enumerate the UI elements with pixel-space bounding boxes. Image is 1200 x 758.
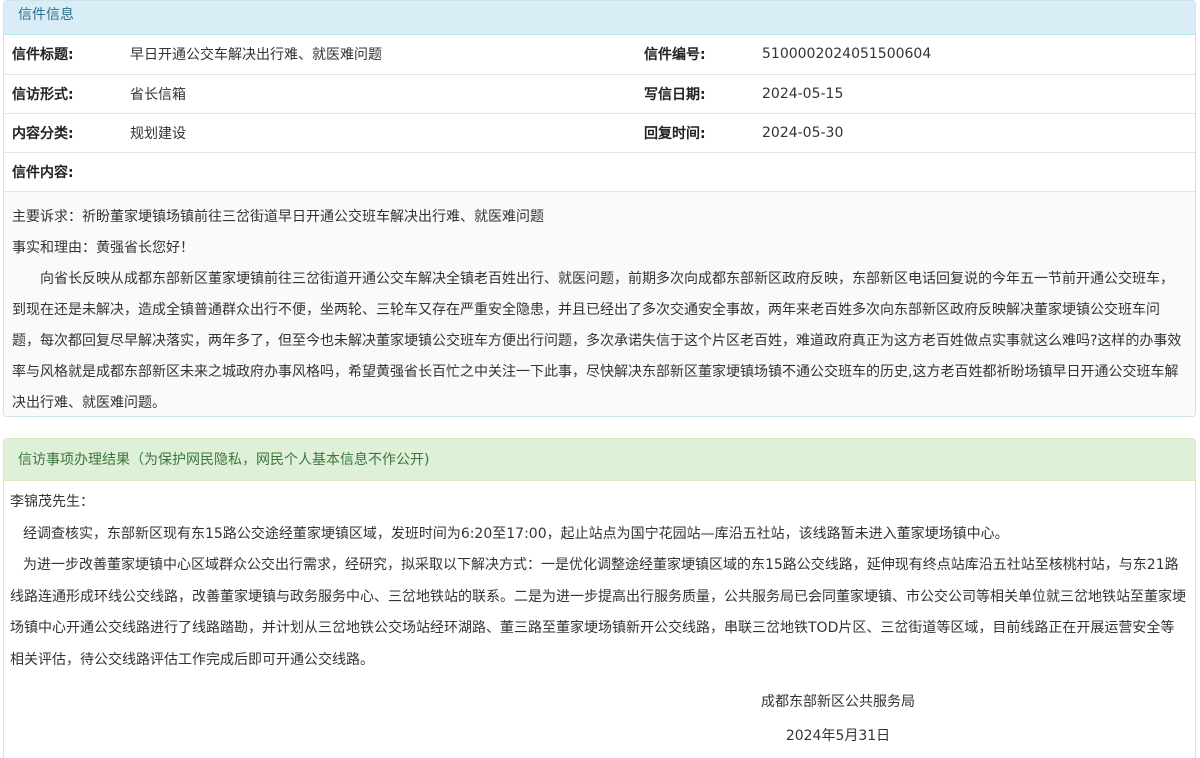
- handling-result-content: 李锦茂先生： 经调查核实，东部新区现有东15路公交途经董家埂镇区域，发班时间为6…: [4, 481, 1195, 676]
- petition-form-label: 信访形式:: [4, 74, 130, 114]
- reply-paragraph-1: 经调查核实，东部新区现有东15路公交途经董家埂镇区域，发班时间为6:20至17:…: [23, 525, 1009, 542]
- signature-date: 2024年5月31日: [785, 728, 891, 744]
- letter-info-heading: 信件信息: [4, 1, 1195, 35]
- letter-content: 主要诉求：祈盼董家埂镇场镇前往三岔街道早日开通公交班车解决出行难、就医难问题 事…: [4, 191, 1195, 416]
- reply-salutation: 李锦茂先生：: [10, 494, 94, 510]
- write-date-value: 2024-05-15: [762, 74, 1195, 114]
- signature-org: 成都东部新区公共服务局: [761, 694, 915, 710]
- letter-info-table: 信件标题: 早日开通公交车解决出行难、就医难问题 信件编号: 510000202…: [4, 35, 1195, 192]
- handling-result-heading: 信访事项办理结果（为保护网民隐私，网民个人基本信息不作公开): [4, 439, 1195, 481]
- letter-number-label: 信件编号:: [636, 35, 762, 75]
- table-row: 信访形式: 省长信箱 写信日期: 2024-05-15: [4, 74, 1195, 114]
- content-category-value: 规划建设: [130, 113, 636, 153]
- letter-info-panel: 信件信息 信件标题: 早日开通公交车解决出行难、就医难问题 信件编号: 5100…: [3, 0, 1196, 417]
- facts-reasons-text: 事实和理由：黄强省长您好！: [12, 239, 194, 256]
- table-row: 信件标题: 早日开通公交车解决出行难、就医难问题 信件编号: 510000202…: [4, 35, 1195, 75]
- letter-title-value: 早日开通公交车解决出行难、就医难问题: [130, 35, 636, 75]
- reply-time-value: 2024-05-30: [762, 113, 1195, 153]
- letter-content-label: 信件内容:: [4, 152, 1195, 192]
- reply-paragraph-2: 为进一步改善董家埂镇中心区域群众公交出行需求，经研究，拟采取以下解决方式：一是优…: [10, 557, 1186, 668]
- letter-body-text: 向省长反映从成都东部新区董家埂镇前往三岔街道开通公交车解决全镇老百姓出行、就医问…: [12, 270, 1182, 411]
- table-row: 信件内容:: [4, 152, 1195, 192]
- content-category-label: 内容分类:: [4, 113, 130, 153]
- write-date-label: 写信日期:: [636, 74, 762, 114]
- petition-form-value: 省长信箱: [130, 74, 636, 114]
- table-row: 内容分类: 规划建设 回复时间: 2024-05-30: [4, 113, 1195, 153]
- main-appeal-text: 主要诉求：祈盼董家埂镇场镇前往三岔街道早日开通公交班车解决出行难、就医难问题: [12, 208, 544, 225]
- letter-number-value: 5100002024051500604: [762, 35, 1195, 75]
- handling-result-panel: 信访事项办理结果（为保护网民隐私，网民个人基本信息不作公开) 李锦茂先生： 经调…: [3, 438, 1196, 758]
- letter-title-label: 信件标题:: [4, 35, 130, 75]
- reply-time-label: 回复时间:: [636, 113, 762, 153]
